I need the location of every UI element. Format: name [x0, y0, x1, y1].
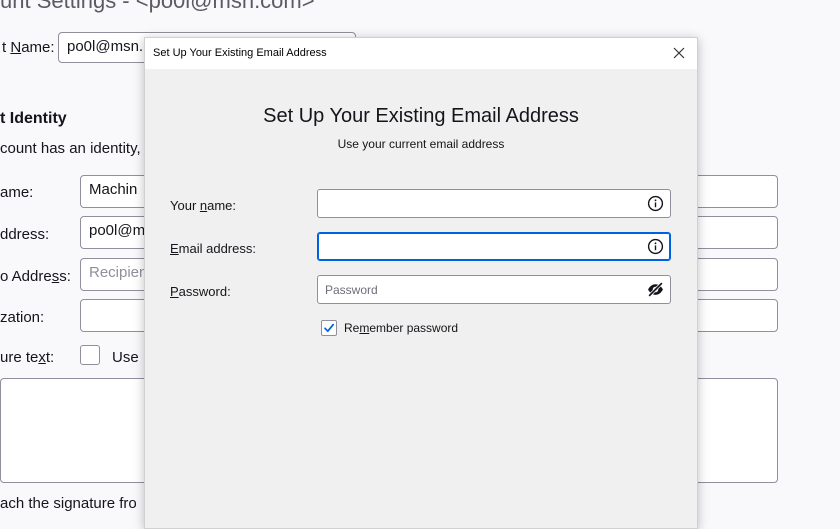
remember-password-checkbox[interactable] [321, 320, 337, 336]
info-icon[interactable] [647, 195, 664, 212]
email-address-input[interactable] [318, 233, 638, 260]
email-address-label: Email address: [170, 241, 256, 256]
email-address-label: ddress: [0, 226, 50, 243]
attach-signature-label: ach the signature fro [0, 495, 137, 512]
close-icon [673, 47, 685, 59]
dialog-window-title: Set Up Your Existing Email Address [153, 47, 327, 59]
dialog-subheading: Use your current email address [337, 137, 505, 151]
use-html-checkbox[interactable] [80, 345, 100, 365]
your-name-field[interactable] [317, 189, 671, 218]
email-address-field[interactable] [317, 232, 671, 261]
dialog-heading: Set Up Your Existing Email Address [263, 105, 579, 127]
your-name-label: ame: [0, 184, 34, 201]
password-input[interactable] [318, 276, 638, 303]
signature-text-label: ure text: [0, 349, 55, 366]
checkmark-icon [324, 323, 335, 333]
your-name-label: Your name: [170, 198, 237, 213]
organization-label: zation: [0, 309, 45, 326]
dialog-titlebar[interactable]: Set Up Your Existing Email Address [145, 38, 697, 69]
remember-password-label: Remember password [344, 321, 459, 335]
password-field[interactable] [317, 275, 671, 304]
page-title: unt Settings - <po0l@msn.com> [0, 0, 315, 13]
info-icon[interactable] [647, 238, 664, 255]
password-label: Password: [170, 284, 231, 299]
your-name-input[interactable] [318, 190, 638, 217]
account-name-label: t Name: [2, 39, 55, 56]
reply-to-label: o Address: [0, 268, 71, 285]
close-button[interactable] [667, 41, 691, 65]
eye-slash-icon[interactable] [647, 281, 664, 298]
remember-password-option[interactable]: Remember password [321, 320, 458, 336]
setup-email-dialog: Set Up Your Existing Email Address Set U… [144, 37, 698, 529]
identity-heading: t Identity [0, 110, 67, 127]
identity-description: count has an identity, [0, 140, 141, 157]
